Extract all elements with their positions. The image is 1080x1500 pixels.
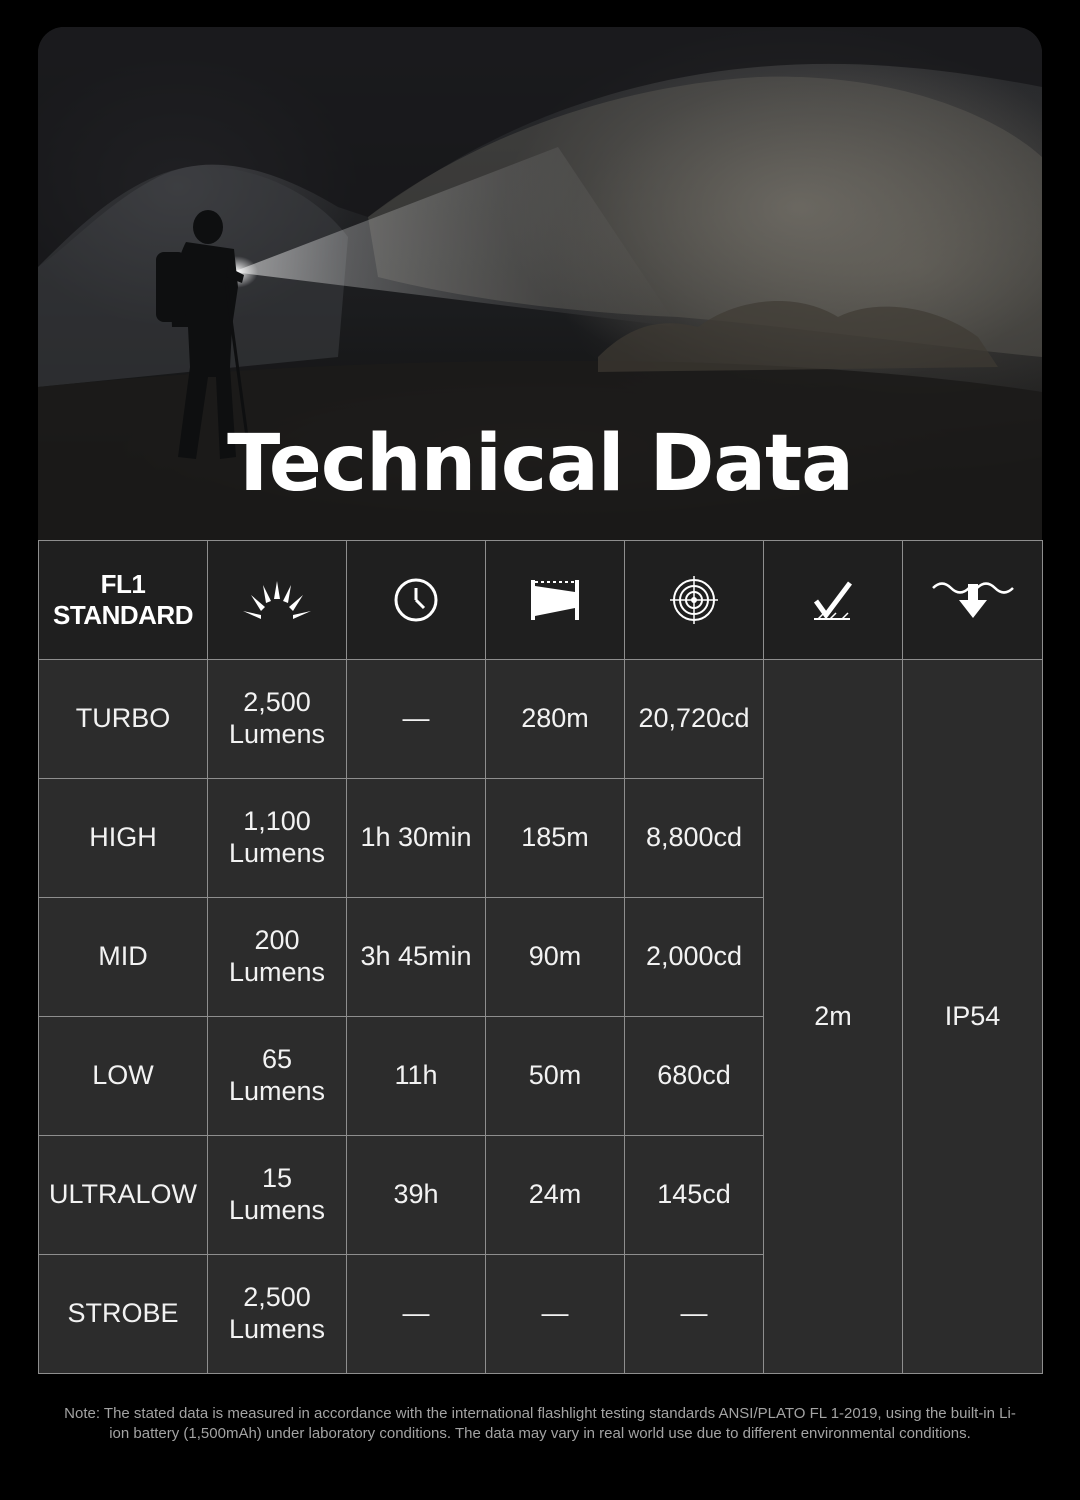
intensity-target-icon	[670, 576, 718, 624]
distance-cell: 50m	[485, 1016, 625, 1136]
lumens-cell: 1,100 Lumens	[207, 778, 347, 898]
lumens-value: 65	[261, 1044, 293, 1075]
disclaimer-note: Note: The stated data is measured in acc…	[64, 1405, 1016, 1442]
lumens-unit: Lumens	[228, 1314, 326, 1344]
mode-cell: STROBE	[38, 1254, 208, 1374]
mode-cell: HIGH	[38, 778, 208, 898]
intensity-cell: —	[624, 1254, 764, 1374]
lumens-cell: 2,500 Lumens	[207, 659, 347, 779]
mode-cell: MID	[38, 897, 208, 1017]
mode-cell: LOW	[38, 1016, 208, 1136]
lumens-value: 2,500	[243, 1282, 311, 1313]
water-resistance-cell: IP54	[902, 659, 1043, 1374]
header-intensity	[624, 540, 764, 660]
impact-resistance-icon	[813, 581, 852, 620]
intensity-cell: 8,800cd	[624, 778, 764, 898]
lumens-cell: 200 Lumens	[207, 897, 347, 1017]
intensity-cell: 2,000cd	[624, 897, 764, 1017]
model-name: FL1	[100, 568, 146, 599]
distance-cell: 280m	[485, 659, 625, 779]
header-impact-resistance	[763, 540, 903, 660]
header-beam-distance	[485, 540, 625, 660]
page-title: Technical Data	[227, 419, 854, 509]
distance-cell: 185m	[485, 778, 625, 898]
header-water-resistance	[902, 540, 1043, 660]
header-model-label: FL1 STANDARD	[38, 540, 208, 660]
runtime-cell: 3h 45min	[346, 897, 486, 1017]
distance-cell: 24m	[485, 1135, 625, 1255]
hero-banner: Technical Data	[38, 27, 1042, 540]
header-runtime	[346, 540, 486, 660]
lumens-value: 1,100	[243, 806, 311, 837]
runtime-cell: —	[346, 659, 486, 779]
table-row: TURBO 2,500 Lumens — 280m 20,720cd 2m IP5…	[38, 659, 1043, 1374]
mode-cell: TURBO	[38, 659, 208, 779]
distance-cell: —	[485, 1254, 625, 1374]
lumens-cell: 65 Lumens	[207, 1016, 347, 1136]
impact-resistance-cell: 2m	[763, 659, 903, 1374]
lumens-unit: Lumens	[228, 719, 326, 749]
water-resistance-icon	[931, 582, 1014, 618]
lumens-value: 200	[254, 925, 300, 956]
runtime-cell: 39h	[346, 1135, 486, 1255]
lumens-cell: 15 Lumens	[207, 1135, 347, 1255]
lumens-unit: Lumens	[228, 1076, 326, 1106]
beam-distance-icon	[531, 580, 579, 620]
intensity-cell: 20,720cd	[624, 659, 764, 779]
standard-label: STANDARD	[53, 600, 193, 630]
lumens-cell: 2,500 Lumens	[207, 1254, 347, 1374]
intensity-cell: 145cd	[624, 1135, 764, 1255]
intensity-cell: 680cd	[624, 1016, 764, 1136]
runtime-cell: —	[346, 1254, 486, 1374]
lumens-value: 15	[261, 1163, 293, 1194]
table-header-row: FL1 STANDARD	[38, 540, 1043, 660]
header-brightness	[207, 540, 347, 660]
brightness-icon	[243, 581, 311, 619]
lumens-unit: Lumens	[228, 838, 326, 868]
mode-cell: ULTRALOW	[38, 1135, 208, 1255]
technical-data-table: FL1 STANDARD TURBO 2,500 Lumens — 280m 2…	[38, 540, 1043, 1374]
clock-icon	[394, 578, 438, 622]
distance-cell: 90m	[485, 897, 625, 1017]
lumens-unit: Lumens	[228, 957, 326, 987]
lumens-unit: Lumens	[228, 1195, 326, 1225]
runtime-cell: 11h	[346, 1016, 486, 1136]
lumens-value: 2,500	[243, 687, 311, 718]
runtime-cell: 1h 30min	[346, 778, 486, 898]
